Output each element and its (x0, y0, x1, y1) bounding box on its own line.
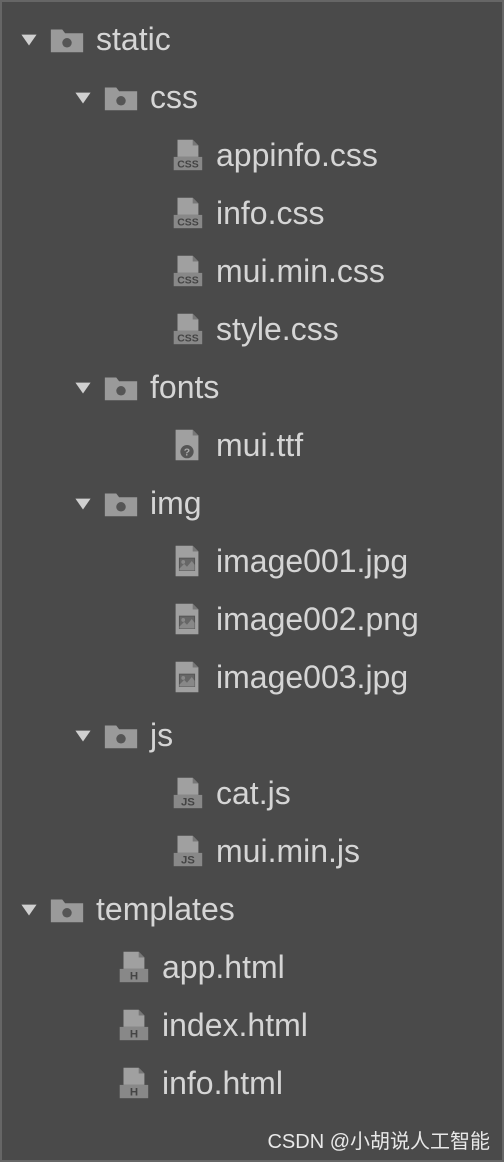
tree-item-label: mui.min.css (216, 253, 385, 290)
tree-item-label: image001.jpg (216, 543, 408, 580)
tree-item-label: info.css (216, 195, 324, 232)
tree-file[interactable]: JS mui.min.js (2, 822, 502, 880)
watermark: CSDN @小胡说人工智能 (267, 1125, 490, 1154)
tree-item-label: templates (96, 891, 235, 928)
chevron-down-icon[interactable] (16, 896, 42, 922)
css-icon: CSS (168, 194, 206, 232)
svg-text:JS: JS (181, 854, 195, 866)
html-icon: H (114, 948, 152, 986)
folder-icon (102, 368, 140, 406)
chevron-down-icon[interactable] (70, 722, 96, 748)
tree-file[interactable]: JS cat.js (2, 764, 502, 822)
js-icon: JS (168, 774, 206, 812)
tree-item-label: img (150, 485, 202, 522)
svg-text:H: H (130, 1086, 138, 1098)
folder-icon (102, 484, 140, 522)
tree-file[interactable]: CSS style.css (2, 300, 502, 358)
chevron-down-icon[interactable] (70, 374, 96, 400)
tree-item-label: info.html (162, 1065, 283, 1102)
chevron-down-icon[interactable] (70, 84, 96, 110)
font-icon: ? (168, 426, 206, 464)
tree-file[interactable]: CSS mui.min.css (2, 242, 502, 300)
tree-folder[interactable]: templates (2, 880, 502, 938)
tree-file[interactable]: Hindex.html (2, 996, 502, 1054)
svg-text:CSS: CSS (177, 333, 198, 344)
folder-icon (102, 716, 140, 754)
tree-folder[interactable]: fonts (2, 358, 502, 416)
tree-file[interactable]: Happ.html (2, 938, 502, 996)
css-icon: CSS (168, 310, 206, 348)
tree-item-label: appinfo.css (216, 137, 378, 174)
tree-item-label: style.css (216, 311, 339, 348)
image-icon (168, 542, 206, 580)
image-icon (168, 658, 206, 696)
css-icon: CSS (168, 136, 206, 174)
html-icon: H (114, 1064, 152, 1102)
tree-item-label: index.html (162, 1007, 308, 1044)
svg-text:CSS: CSS (177, 275, 198, 286)
svg-text:CSS: CSS (177, 159, 198, 170)
tree-file[interactable]: image002.png (2, 590, 502, 648)
tree-folder[interactable]: img (2, 474, 502, 532)
svg-text:?: ? (184, 447, 190, 458)
tree-file[interactable]: ? mui.ttf (2, 416, 502, 474)
tree-item-label: mui.ttf (216, 427, 303, 464)
chevron-down-icon[interactable] (16, 26, 42, 52)
svg-text:H: H (130, 970, 138, 982)
tree-folder[interactable]: css (2, 68, 502, 126)
svg-text:CSS: CSS (177, 217, 198, 228)
tree-item-label: image003.jpg (216, 659, 408, 696)
image-icon (168, 600, 206, 638)
tree-item-label: app.html (162, 949, 285, 986)
tree-item-label: cat.js (216, 775, 291, 812)
tree-item-label: fonts (150, 369, 219, 406)
tree-item-label: image002.png (216, 601, 419, 638)
css-icon: CSS (168, 252, 206, 290)
tree-file[interactable]: image003.jpg (2, 648, 502, 706)
tree-item-label: js (150, 717, 173, 754)
tree-folder[interactable]: static (2, 10, 502, 68)
tree-item-label: mui.min.js (216, 833, 360, 870)
folder-icon (48, 890, 86, 928)
tree-file[interactable]: Hinfo.html (2, 1054, 502, 1112)
svg-text:H: H (130, 1028, 138, 1040)
folder-icon (48, 20, 86, 58)
html-icon: H (114, 1006, 152, 1044)
chevron-down-icon[interactable] (70, 490, 96, 516)
tree-file[interactable]: CSS appinfo.css (2, 126, 502, 184)
tree-file[interactable]: CSS info.css (2, 184, 502, 242)
tree-item-label: static (96, 21, 171, 58)
folder-icon (102, 78, 140, 116)
svg-text:JS: JS (181, 796, 195, 808)
js-icon: JS (168, 832, 206, 870)
tree-file[interactable]: image001.jpg (2, 532, 502, 590)
tree-folder[interactable]: js (2, 706, 502, 764)
tree-item-label: css (150, 79, 198, 116)
file-tree: static css CSS appinfo.css CSS info.css CSS mui… (2, 2, 502, 1112)
